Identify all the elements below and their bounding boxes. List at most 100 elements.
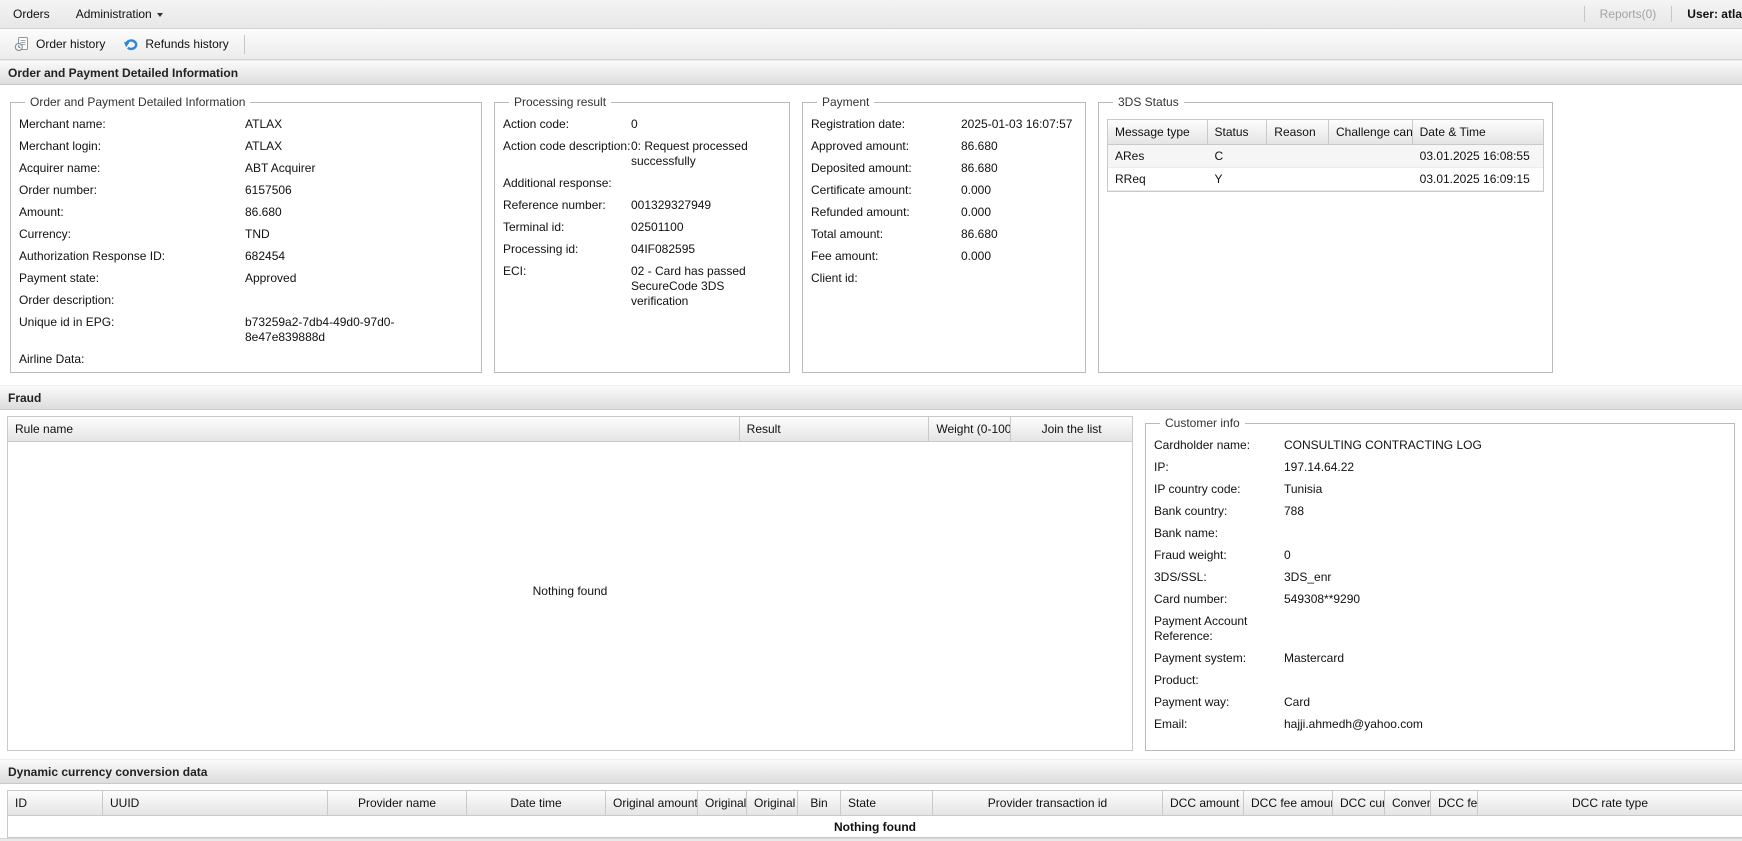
column-header-join-the-list[interactable]: Join the list <box>1011 417 1132 441</box>
column-header-date-time[interactable]: Date & Time <box>1413 120 1543 144</box>
processing-result-fields: Action code:0Action code description:0: … <box>503 117 781 309</box>
field-label: Processing id: <box>503 242 631 257</box>
field-value <box>1284 673 1726 688</box>
field-value: 197.14.64.22 <box>1284 460 1726 475</box>
menu-orders[interactable]: Orders <box>0 7 63 21</box>
field-row: Cardholder name:CONSULTING CONTRACTING L… <box>1154 438 1726 453</box>
field-value: ABT Acquirer <box>245 161 473 176</box>
table-row[interactable]: RReqY03.01.2025 16:09:15 <box>1108 168 1543 191</box>
field-row: Terminal id:02501100 <box>503 220 781 235</box>
field-row: Refunded amount:0.000 <box>811 205 1077 220</box>
column-header-dcc-fee[interactable]: DCC fee <box>1431 791 1478 815</box>
field-value: 0: Request processed successfully <box>631 139 781 169</box>
table-row[interactable]: AResC03.01.2025 16:08:55 <box>1108 145 1543 168</box>
field-value <box>245 293 473 308</box>
field-value: 86.680 <box>961 139 1077 154</box>
column-header-provider-name[interactable]: Provider name <box>328 791 467 815</box>
table-cell <box>1329 145 1413 167</box>
field-value: 86.680 <box>961 161 1077 176</box>
field-value: 0.000 <box>961 205 1077 220</box>
page-title: Order and Payment Detailed Information <box>0 60 1742 85</box>
field-label: IP: <box>1154 460 1284 475</box>
column-header-id[interactable]: ID <box>8 791 103 815</box>
table-cell <box>1267 168 1329 190</box>
field-row: Order number:6157506 <box>19 183 473 198</box>
column-header-dcc-fee-amount[interactable]: DCC fee amount <box>1244 791 1333 815</box>
field-value: 001329327949 <box>631 198 781 213</box>
empty-placeholder: Nothing found <box>8 442 1132 739</box>
menubar: Orders Administration Reports(0) User: a… <box>0 0 1742 29</box>
fraud-section: Rule nameResultWeight (0-100)Join the li… <box>0 416 1742 751</box>
field-label: IP country code: <box>1154 482 1284 497</box>
column-header-challenge-cancel[interactable]: Challenge cancel <box>1329 120 1413 144</box>
field-row: Airline Data: <box>19 352 473 367</box>
column-header-conversi[interactable]: Conversi <box>1385 791 1431 815</box>
field-row: IP:197.14.64.22 <box>1154 460 1726 475</box>
column-header-dcc-rate-type[interactable]: DCC rate type <box>1478 791 1742 815</box>
field-value <box>1284 526 1726 541</box>
column-header-dcc-curr[interactable]: DCC curr <box>1333 791 1385 815</box>
field-label: Bank name: <box>1154 526 1284 541</box>
column-header-rule-name[interactable]: Rule name <box>8 417 740 441</box>
refunds-history-button[interactable]: Refunds history <box>114 33 237 55</box>
column-header-weight-0-100-[interactable]: Weight (0-100) <box>929 417 1011 441</box>
column-header-original-c[interactable]: Original c <box>747 791 798 815</box>
field-label: Merchant login: <box>19 139 245 154</box>
field-value: 02501100 <box>631 220 781 235</box>
field-label: Payment Account Reference: <box>1154 614 1284 644</box>
field-row: Registration date:2025-01-03 16:07:57 <box>811 117 1077 132</box>
processing-result-legend: Processing result <box>509 95 611 109</box>
menubar-separator <box>1584 6 1585 22</box>
column-header-bin[interactable]: Bin <box>798 791 841 815</box>
threeds-status-legend: 3DS Status <box>1113 95 1184 109</box>
field-label: Airline Data: <box>19 352 245 367</box>
field-value: 02 - Card has passed SecureCode 3DS veri… <box>631 264 781 309</box>
field-row: Bank country:788 <box>1154 504 1726 519</box>
refunds-history-label: Refunds history <box>145 37 228 51</box>
menu-reports[interactable]: Reports(0) <box>1587 7 1670 21</box>
field-label: Merchant name: <box>19 117 245 132</box>
field-label: Order description: <box>19 293 245 308</box>
menu-user[interactable]: User: atla <box>1674 7 1742 21</box>
threeds-status-fieldset: 3DS Status Message typeStatusReasonChall… <box>1098 95 1553 373</box>
field-row: Action code description:0: Request proce… <box>503 139 781 169</box>
order-history-button[interactable]: Order history <box>5 33 114 55</box>
column-header-dcc-amount[interactable]: DCC amount <box>1163 791 1244 815</box>
field-value: hajji.ahmedh@yahoo.com <box>1284 717 1726 732</box>
field-label: Fraud weight: <box>1154 548 1284 563</box>
field-label: Total amount: <box>811 227 961 242</box>
field-row: 3DS/SSL:3DS_enr <box>1154 570 1726 585</box>
field-value <box>1284 614 1726 644</box>
column-header-original-amount[interactable]: Original amount <box>606 791 698 815</box>
column-header-state[interactable]: State <box>841 791 933 815</box>
field-row: Payment way:Card <box>1154 695 1726 710</box>
column-header-message-type[interactable]: Message type <box>1108 120 1208 144</box>
field-label: Email: <box>1154 717 1284 732</box>
column-header-result[interactable]: Result <box>740 417 930 441</box>
column-header-status[interactable]: Status <box>1208 120 1268 144</box>
field-value: Tunisia <box>1284 482 1726 497</box>
field-row: IP country code:Tunisia <box>1154 482 1726 497</box>
dcc-table: IDUUIDProvider nameDate timeOriginal amo… <box>7 790 1742 838</box>
field-value: 0.000 <box>961 183 1077 198</box>
fraud-section-title: Fraud <box>0 385 1742 410</box>
field-value: Mastercard <box>1284 651 1726 666</box>
field-row: Email:hajji.ahmedh@yahoo.com <box>1154 717 1726 732</box>
payment-legend: Payment <box>817 95 874 109</box>
column-header-provider-transaction-id[interactable]: Provider transaction id <box>933 791 1163 815</box>
field-label: Card number: <box>1154 592 1284 607</box>
field-row: Deposited amount:86.680 <box>811 161 1077 176</box>
field-value: 3DS_enr <box>1284 570 1726 585</box>
field-value <box>631 176 781 191</box>
column-header-original-f[interactable]: Original f <box>698 791 747 815</box>
field-label: Fee amount: <box>811 249 961 264</box>
field-label: Reference number: <box>503 198 631 213</box>
field-row: Order description: <box>19 293 473 308</box>
field-row: Currency:TND <box>19 227 473 242</box>
menu-administration[interactable]: Administration <box>63 7 176 21</box>
column-header-date-time[interactable]: Date time <box>467 791 606 815</box>
processing-result-fieldset: Processing result Action code:0Action co… <box>494 95 790 373</box>
dcc-section-title: Dynamic currency conversion data <box>0 759 1742 784</box>
column-header-reason[interactable]: Reason <box>1267 120 1329 144</box>
column-header-uuid[interactable]: UUID <box>103 791 328 815</box>
